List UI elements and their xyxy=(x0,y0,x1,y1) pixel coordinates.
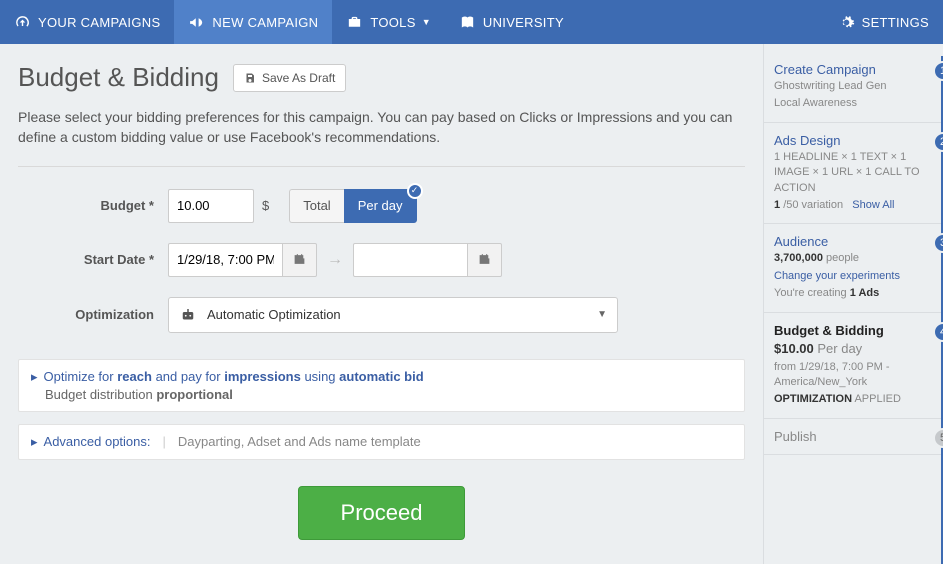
optimize-info-panel[interactable]: ▸ Optimize for reach and pay for impress… xyxy=(18,359,745,412)
step-audience[interactable]: 3 Audience 3,700,000 people Change your … xyxy=(764,224,943,312)
step-number: 5 xyxy=(933,428,943,448)
save-icon xyxy=(244,72,256,84)
megaphone-icon xyxy=(188,14,205,31)
step-number: 1 xyxy=(933,61,943,81)
robot-icon xyxy=(179,306,197,324)
divider xyxy=(18,166,745,167)
toggle-per-day[interactable]: Per day ✓ xyxy=(344,189,417,223)
step-budget-bidding[interactable]: 4 Budget & Bidding $10.00 Per day from 1… xyxy=(764,313,943,419)
main-content: Budget & Bidding Save As Draft Please se… xyxy=(0,44,763,564)
currency-label: $ xyxy=(262,198,269,213)
top-nav: YOUR CAMPAIGNS NEW CAMPAIGN TOOLS ▼ UNIV… xyxy=(0,0,943,44)
intro-text: Please select your bidding preferences f… xyxy=(18,107,745,148)
briefcase-icon xyxy=(346,14,363,31)
proceed-button[interactable]: Proceed xyxy=(298,486,466,540)
book-icon xyxy=(459,14,476,31)
caret-right-icon: ▸ xyxy=(31,369,38,385)
save-as-draft-button[interactable]: Save As Draft xyxy=(233,64,346,92)
start-date-input[interactable] xyxy=(168,243,283,277)
step-create-campaign[interactable]: 1 Create Campaign Ghostwriting Lead Gen … xyxy=(764,52,943,123)
start-date-label: Start Date * xyxy=(18,252,168,267)
optimization-value: Automatic Optimization xyxy=(207,307,341,322)
chevron-down-icon: ▼ xyxy=(422,17,431,27)
page-title: Budget & Bidding xyxy=(18,62,219,93)
gear-icon xyxy=(838,14,855,31)
caret-right-icon: ▸ xyxy=(31,434,38,450)
nav-your-campaigns[interactable]: YOUR CAMPAIGNS xyxy=(0,0,174,44)
nav-settings[interactable]: SETTINGS xyxy=(824,0,943,44)
calendar-icon xyxy=(293,253,306,266)
step-number: 3 xyxy=(933,233,943,253)
nav-new-campaign[interactable]: NEW CAMPAIGN xyxy=(174,0,332,44)
change-experiments-link[interactable]: Change your experiments xyxy=(774,270,900,282)
optimization-dropdown[interactable]: Automatic Optimization ▼ xyxy=(168,297,618,333)
end-date-picker[interactable] xyxy=(468,243,502,277)
advanced-options-panel[interactable]: ▸ Advanced options: | Dayparting, Adset … xyxy=(18,424,745,460)
chevron-down-icon: ▼ xyxy=(597,309,607,320)
check-icon: ✓ xyxy=(407,183,423,199)
show-all-link[interactable]: Show All xyxy=(852,199,894,211)
dashboard-icon xyxy=(14,14,31,31)
step-ads-design[interactable]: 2 Ads Design 1 HEADLINE × 1 TEXT × 1 IMA… xyxy=(764,123,943,225)
start-date-picker[interactable] xyxy=(283,243,317,277)
budget-input[interactable] xyxy=(168,189,254,223)
steps-sidebar: 1 Create Campaign Ghostwriting Lead Gen … xyxy=(763,44,943,564)
calendar-icon xyxy=(478,253,491,266)
budget-label: Budget * xyxy=(18,198,168,213)
end-date-input[interactable] xyxy=(353,243,468,277)
toggle-total[interactable]: Total xyxy=(289,189,343,223)
step-number: 4 xyxy=(933,322,943,342)
nav-tools[interactable]: TOOLS ▼ xyxy=(332,0,445,44)
arrow-right-icon: → xyxy=(327,251,343,269)
optimization-label: Optimization xyxy=(18,307,168,322)
nav-university[interactable]: UNIVERSITY xyxy=(445,0,578,44)
step-publish[interactable]: 5 Publish xyxy=(764,419,943,455)
step-number: 2 xyxy=(933,132,943,152)
